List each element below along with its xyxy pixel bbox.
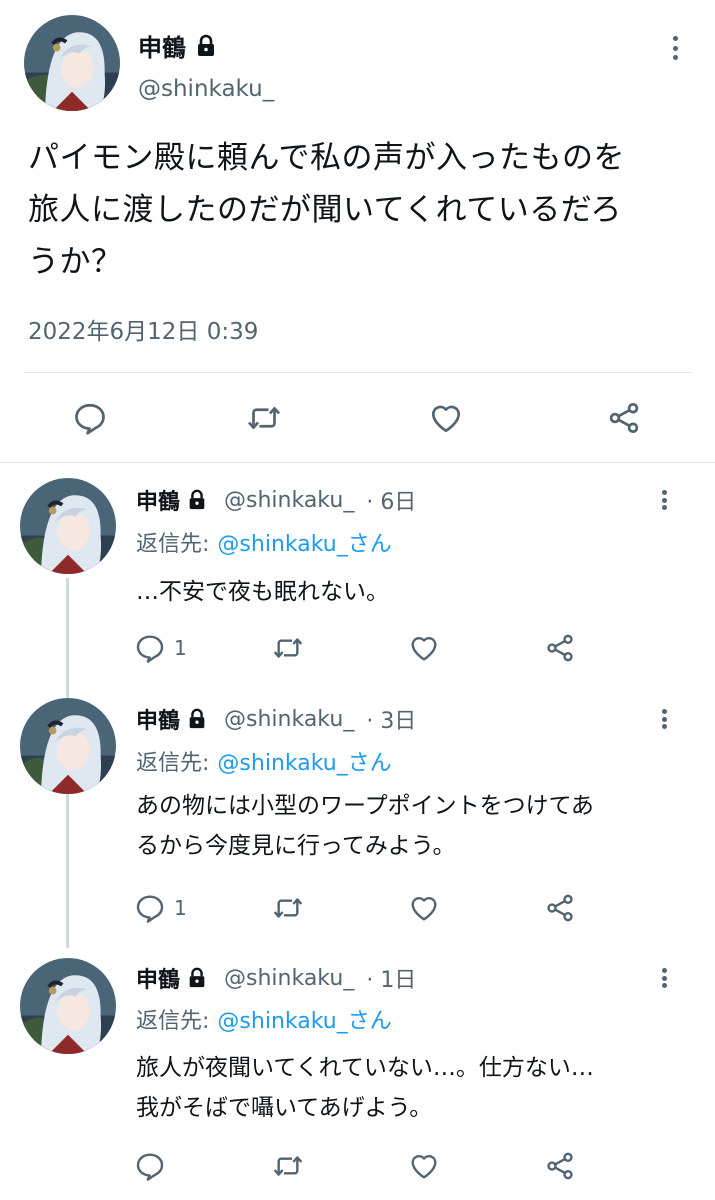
retweet-icon	[272, 892, 304, 924]
like-button[interactable]	[428, 400, 464, 436]
reply-button[interactable]: 1	[134, 892, 187, 924]
reply-button[interactable]	[72, 400, 108, 436]
reply-text-line: …不安で夜も眠れない。	[136, 579, 389, 605]
reply-icon	[72, 400, 108, 436]
share-button[interactable]	[606, 400, 642, 436]
author-name[interactable]: 申鶴	[136, 703, 180, 735]
divider	[0, 462, 715, 463]
reply-header: 申鶴 @shinkaku_ · 3日	[136, 703, 416, 735]
replying-to-label: 返信先:	[136, 532, 210, 557]
reply-button[interactable]	[134, 1150, 174, 1182]
avatar[interactable]	[20, 958, 116, 1054]
tweet-text-line: 旅人に渡したのだが聞いてくれているだろ	[28, 192, 622, 228]
replying-to-link[interactable]: @shinkaku_さん	[217, 532, 391, 557]
retweet-icon	[272, 632, 304, 664]
reply-text: …不安で夜も眠れない。	[136, 572, 389, 612]
like-button[interactable]	[408, 1150, 440, 1182]
replying-to-label: 返信先:	[136, 1009, 210, 1034]
retweet-icon	[272, 1150, 304, 1182]
lock-icon	[186, 967, 208, 989]
tweet-text-line: パイモン殿に頼んで私の声が入ったものを	[28, 140, 625, 176]
reply-count: 1	[174, 636, 187, 660]
like-icon	[408, 1150, 440, 1182]
reply-time[interactable]: · 6日	[366, 484, 416, 516]
lock-icon	[194, 34, 218, 58]
reply-text-line: 我がそばで囁いてあげよう。	[136, 1095, 433, 1121]
like-icon	[428, 400, 464, 436]
lock-icon	[186, 708, 208, 730]
reply-icon	[134, 892, 166, 924]
like-icon	[408, 632, 440, 664]
more-icon[interactable]	[655, 486, 673, 514]
author-name[interactable]: 申鶴	[138, 28, 218, 63]
author-name-label: 申鶴	[138, 34, 186, 62]
replying-to: 返信先: @shinkaku_さん	[136, 1003, 392, 1035]
share-button[interactable]	[544, 892, 576, 924]
lock-icon	[186, 489, 208, 511]
author-handle[interactable]: @shinkaku_	[138, 76, 274, 102]
reply-time[interactable]: · 1日	[366, 962, 416, 994]
replying-to-link[interactable]: @shinkaku_さん	[217, 751, 391, 776]
retweet-button[interactable]	[272, 1150, 304, 1182]
retweet-button[interactable]	[246, 400, 282, 436]
share-icon	[606, 400, 642, 436]
reply-icon	[134, 1150, 166, 1182]
retweet-button[interactable]	[272, 632, 304, 664]
avatar[interactable]	[20, 478, 116, 574]
retweet-icon	[246, 400, 282, 436]
more-icon[interactable]	[655, 964, 673, 992]
tweet-timestamp[interactable]: 2022年6月12日 0:39	[28, 312, 258, 346]
author-handle[interactable]: @shinkaku_	[224, 707, 354, 732]
avatar[interactable]	[20, 698, 116, 794]
share-icon	[544, 892, 576, 924]
reply-text-line: るから今度見に行ってみよう。	[136, 833, 456, 859]
like-button[interactable]	[408, 632, 440, 664]
like-button[interactable]	[408, 892, 440, 924]
replying-to-link[interactable]: @shinkaku_さん	[217, 1009, 391, 1034]
reply-button[interactable]: 1	[134, 632, 187, 664]
divider	[24, 372, 692, 373]
like-icon	[408, 892, 440, 924]
more-icon[interactable]	[655, 705, 673, 733]
avatar[interactable]	[24, 15, 120, 111]
reply-icon	[134, 632, 166, 664]
reply-text-line: あの物には小型のワープポイントをつけてあ	[136, 793, 594, 819]
share-button[interactable]	[544, 1150, 576, 1182]
author-name[interactable]: 申鶴	[136, 484, 180, 516]
reply-count: 1	[174, 896, 187, 920]
share-icon	[544, 632, 576, 664]
retweet-button[interactable]	[272, 892, 304, 924]
reply-text-line: 旅人が夜聞いてくれていない…。仕方ない…	[136, 1055, 594, 1081]
replying-to: 返信先: @shinkaku_さん	[136, 526, 392, 558]
author-handle[interactable]: @shinkaku_	[224, 488, 354, 513]
author-handle[interactable]: @shinkaku_	[224, 966, 354, 991]
reply-text: 旅人が夜聞いてくれていない…。仕方ない… 我がそばで囁いてあげよう。	[136, 1048, 594, 1128]
replying-to-label: 返信先:	[136, 751, 210, 776]
reply-header: 申鶴 @shinkaku_ · 1日	[136, 962, 416, 994]
author-name[interactable]: 申鶴	[136, 962, 180, 994]
share-button[interactable]	[544, 632, 576, 664]
reply-text: あの物には小型のワープポイントをつけてあ るから今度見に行ってみよう。	[136, 786, 594, 866]
replying-to: 返信先: @shinkaku_さん	[136, 745, 392, 777]
reply-time[interactable]: · 3日	[366, 703, 416, 735]
tweet-text-line: うか？	[28, 244, 123, 280]
more-icon[interactable]	[666, 32, 684, 64]
reply-header: 申鶴 @shinkaku_ · 6日	[136, 484, 416, 516]
share-icon	[544, 1150, 576, 1182]
tweet-text: パイモン殿に頼んで私の声が入ったものを 旅人に渡したのだが聞いてくれているだろ …	[28, 132, 688, 288]
